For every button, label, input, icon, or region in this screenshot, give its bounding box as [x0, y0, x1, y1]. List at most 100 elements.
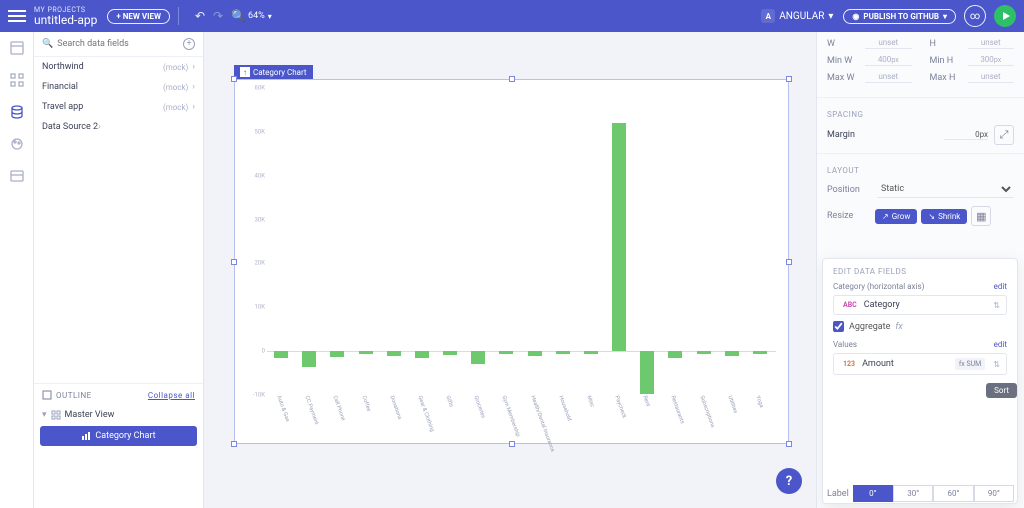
add-datasource-button[interactable]: + — [183, 38, 195, 50]
angle-button[interactable]: 0° — [853, 485, 893, 502]
zoom-value[interactable]: 64% — [248, 11, 265, 21]
chart-bar — [499, 351, 513, 354]
text-type-icon: ABC — [840, 300, 860, 310]
resize-handle[interactable] — [231, 259, 237, 265]
chart-bar — [274, 351, 288, 358]
resize-handle[interactable] — [231, 76, 237, 82]
collapse-all-link[interactable]: Collapse all — [148, 391, 195, 400]
search-icon: 🔍 — [42, 39, 53, 49]
minw-input[interactable]: 400px — [865, 55, 912, 66]
chart-bar — [415, 351, 429, 358]
resize-handle[interactable] — [786, 76, 792, 82]
components-icon[interactable] — [7, 70, 27, 90]
category-axis-label: Category (horizontal axis) — [833, 282, 924, 291]
zoom-icon[interactable]: 🔍 — [231, 9, 246, 23]
maxh-input[interactable]: unset — [968, 72, 1015, 83]
sort-icon[interactable]: ⇅ — [993, 301, 1000, 310]
aggregate-checkbox[interactable] — [833, 321, 844, 332]
top-bar: MY PROJECTS untitled-app + NEW VIEW ↶ ↷ … — [0, 0, 1024, 32]
edit-category-link[interactable]: edit — [994, 282, 1007, 291]
outline-title: OUTLINE — [56, 391, 92, 400]
data-icon[interactable] — [7, 102, 27, 122]
help-button[interactable]: ? — [776, 468, 802, 494]
share-icon[interactable]: ∞ — [964, 5, 986, 27]
selection-label: Category Chart — [253, 68, 307, 77]
select-parent-icon[interactable]: ↑ — [240, 67, 250, 77]
fx-sum-badge[interactable]: fx SUM — [955, 358, 985, 370]
project-block[interactable]: MY PROJECTS untitled-app — [34, 7, 97, 26]
width-input[interactable]: unset — [865, 38, 912, 49]
chevron-down-icon: ▾ — [943, 12, 947, 21]
chevron-down-icon: ▾ — [42, 410, 47, 420]
search-input[interactable] — [57, 39, 183, 49]
tree-root-label: Master View — [65, 410, 115, 420]
resize-options-icon[interactable]: ▦ — [971, 206, 991, 226]
datasource-item[interactable]: Financial(mock)› — [34, 77, 203, 97]
resize-handle[interactable] — [509, 76, 515, 82]
sort-tooltip: Sort — [986, 383, 1017, 398]
angle-button[interactable]: 60° — [933, 485, 973, 502]
number-type-icon: 123 — [840, 359, 858, 369]
aggregate-label: Aggregate — [849, 322, 890, 332]
tree-selected-label: Category Chart — [95, 431, 155, 441]
redo-icon[interactable]: ↷ — [213, 9, 223, 23]
angle-button[interactable]: 30° — [893, 485, 933, 502]
position-select[interactable]: Static — [877, 181, 1014, 198]
theme-icon[interactable] — [7, 134, 27, 154]
maxw-input[interactable]: unset — [865, 72, 912, 83]
chart-component[interactable]: -10K010K20K30K40K50K60K Auto & GasCC Pay… — [234, 79, 789, 444]
projects-label: MY PROJECTS — [34, 7, 97, 14]
angular-icon: A — [761, 9, 775, 23]
margin-label: Margin — [827, 130, 855, 140]
grow-button[interactable]: ↗Grow — [875, 209, 917, 224]
shrink-button[interactable]: ↘Shrink — [921, 209, 967, 224]
framework-selector[interactable]: A ANGULAR ▾ — [761, 9, 833, 23]
chevron-down-icon[interactable]: ▾ — [268, 12, 272, 21]
github-icon: ◉ — [852, 12, 859, 21]
selection-chip[interactable]: ↑ Category Chart — [234, 65, 313, 79]
chart-bar — [302, 351, 316, 367]
assets-icon[interactable] — [7, 166, 27, 186]
chevron-down-icon: ▾ — [828, 11, 833, 22]
outline-panel: OUTLINE Collapse all ▾ Master View Categ… — [34, 383, 203, 508]
resize-handle[interactable] — [786, 259, 792, 265]
grow-icon: ↗ — [882, 212, 889, 221]
sort-icon[interactable]: ⇅ — [993, 360, 1000, 369]
framework-label: ANGULAR — [779, 11, 824, 22]
chart-bar — [668, 351, 682, 358]
new-view-button[interactable]: + NEW VIEW — [107, 9, 170, 24]
datasource-item[interactable]: Travel app(mock)› — [34, 97, 203, 117]
datasource-item[interactable]: Data Source 2› — [34, 117, 203, 137]
data-panel: 🔍 + Northwind(mock)›Financial(mock)›Trav… — [34, 32, 204, 508]
tree-selected[interactable]: Category Chart — [40, 426, 197, 446]
datasource-item[interactable]: Northwind(mock)› — [34, 57, 203, 77]
chart-bar — [443, 351, 457, 355]
expand-margin-icon[interactable]: ⤢ — [994, 125, 1014, 145]
edit-values-link[interactable]: edit — [994, 340, 1007, 349]
values-label: Values — [833, 340, 857, 349]
properties-panel: Wunset Hunset Min W400px Min H300px Max … — [816, 32, 1024, 508]
resize-handle[interactable] — [231, 441, 237, 447]
preview-button[interactable] — [994, 5, 1016, 27]
views-icon[interactable] — [7, 38, 27, 58]
category-field[interactable]: ABC Category ⇅ — [833, 295, 1007, 315]
angle-button[interactable]: 90° — [974, 485, 1014, 502]
resize-handle[interactable] — [786, 441, 792, 447]
divider — [178, 7, 179, 25]
minh-input[interactable]: 300px — [968, 55, 1015, 66]
publish-button[interactable]: ◉ PUBLISH TO GITHUB ▾ — [843, 9, 956, 24]
chart-bar — [584, 351, 598, 354]
design-canvas[interactable]: ↑ Category Chart -10K010K20K30K40K50K60K… — [204, 32, 816, 508]
chart-bar — [753, 351, 767, 354]
fx-icon: fx — [895, 322, 902, 332]
tree-root[interactable]: ▾ Master View — [34, 406, 203, 424]
menu-icon[interactable] — [8, 7, 26, 25]
chart-bar — [471, 351, 485, 364]
position-label: Position — [827, 185, 871, 195]
height-input[interactable]: unset — [968, 38, 1015, 49]
undo-icon[interactable]: ↶ — [195, 9, 205, 23]
chart-bar — [359, 351, 373, 354]
values-field[interactable]: 123 Amount fx SUM ⇅ — [833, 353, 1007, 375]
edit-title: EDIT DATA FIELDS — [833, 267, 1007, 276]
margin-input[interactable]: 0px — [944, 130, 988, 140]
